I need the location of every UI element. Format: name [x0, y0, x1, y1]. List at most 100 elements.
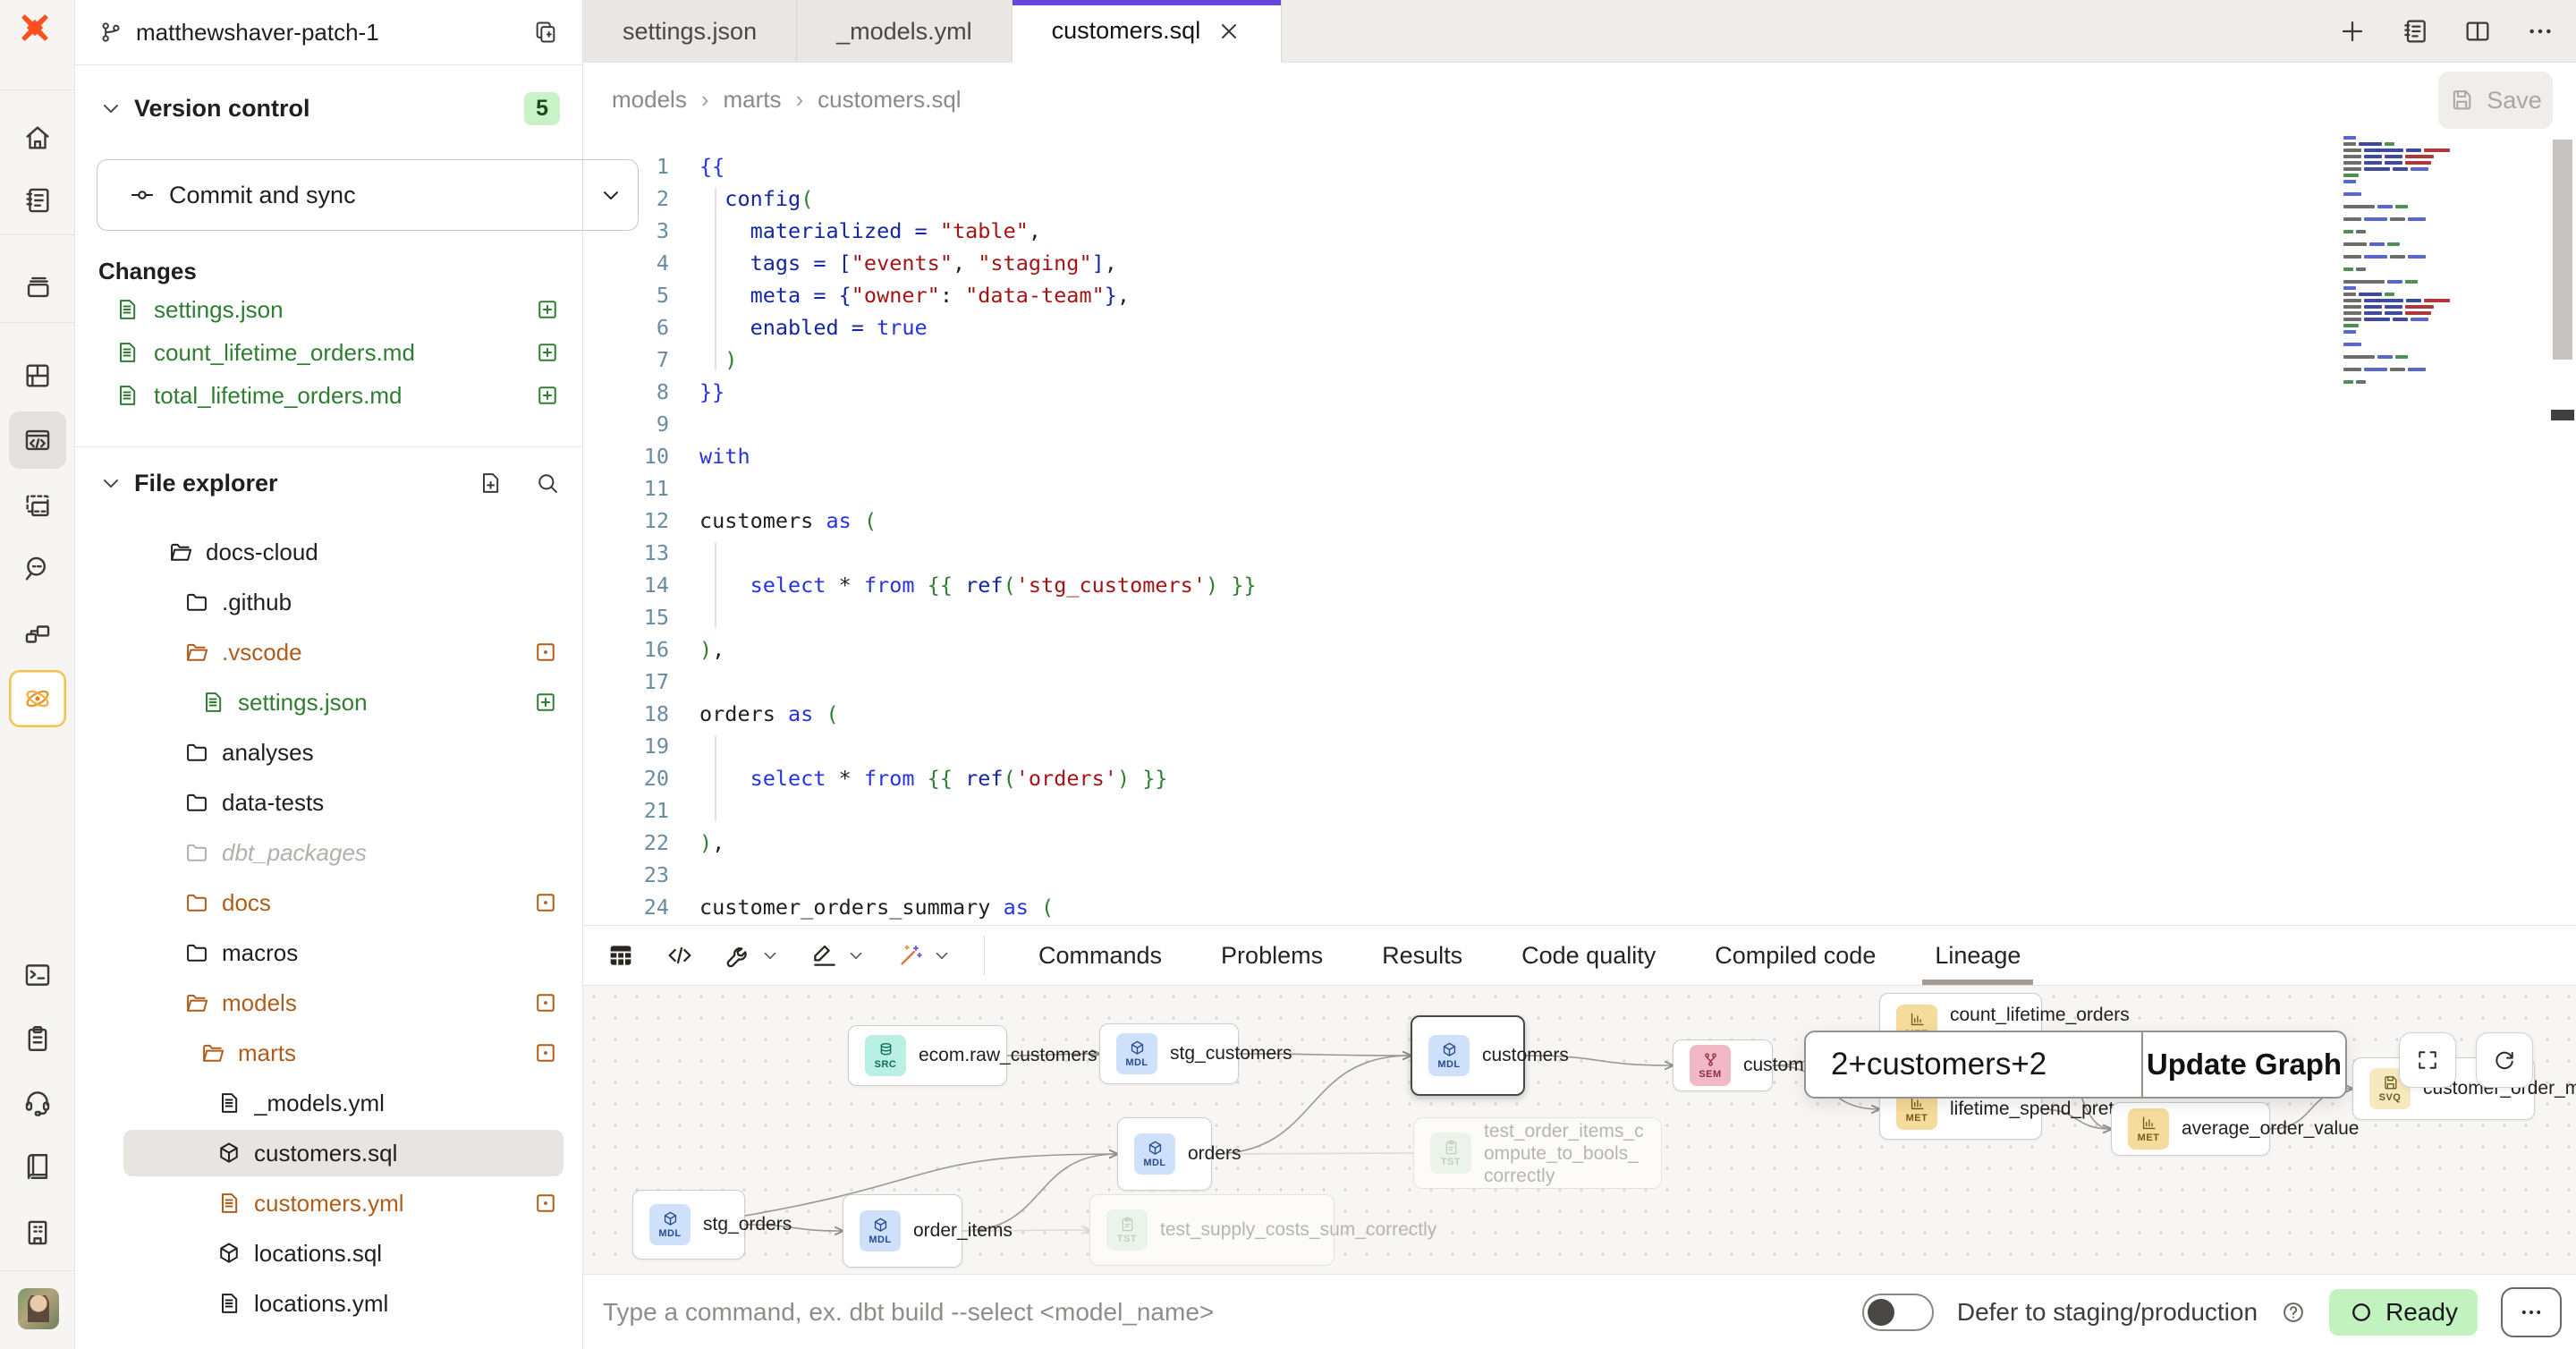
tree-item-data-tests[interactable]: data-tests [75, 777, 583, 827]
panel-tab-compiled-code[interactable]: Compiled code [1715, 926, 1876, 985]
lineage-node-avg_order_value[interactable]: METaverage_order_value [2111, 1102, 2270, 1156]
refresh-graph-button[interactable] [2476, 1032, 2533, 1088]
version-control-header[interactable]: Version control 5 [75, 81, 583, 135]
tree-item--github[interactable]: .github [75, 577, 583, 627]
tab-customers-sql[interactable]: customers.sql [1013, 0, 1283, 63]
stage-file-icon[interactable] [535, 383, 560, 408]
panel-tabs: Commands Problems Results Code quality Compi… [985, 926, 2021, 985]
tree-item-customers-sql[interactable]: customers.sql [75, 1128, 583, 1178]
lineage-node-stg_orders[interactable]: MDLstg_orders [632, 1190, 745, 1260]
lineage-node-src_raw[interactable]: SRCecom.raw_customers [848, 1025, 1007, 1086]
rail-item-atom[interactable] [9, 670, 66, 727]
tree-item-analyses[interactable]: analyses [75, 727, 583, 777]
rail-item-layers[interactable] [9, 259, 66, 316]
panel-tab-code-quality[interactable]: Code quality [1521, 926, 1656, 985]
close-tab-icon[interactable] [1216, 19, 1241, 44]
stage-file-icon[interactable] [535, 340, 560, 365]
status-more-button[interactable] [2501, 1287, 2562, 1337]
code-editor[interactable]: 1{{2 config(3 materialized = "table",4 t… [583, 136, 2576, 925]
tab--models-yml[interactable]: _models.yml [797, 0, 1013, 63]
book-icon [22, 1151, 53, 1182]
rail-item-clipboard[interactable] [9, 1010, 66, 1067]
lineage-node-test_order[interactable]: TSTtest_order_items_compute_to_bools_cor… [1413, 1117, 1662, 1189]
lineage-node-stg_customers[interactable]: MDLstg_customers [1099, 1023, 1239, 1084]
rail-item-dashed-frame[interactable] [9, 478, 66, 535]
breadcrumb-item[interactable]: models [612, 86, 687, 114]
lineage-node-order_items[interactable]: MDLorder_items [843, 1194, 962, 1268]
rail-item-headset[interactable] [9, 1073, 66, 1131]
ellipsis-icon[interactable] [2526, 17, 2555, 46]
lineage-node-orders[interactable]: MDLorders [1117, 1117, 1212, 1191]
rail-item-code-frame[interactable] [9, 411, 66, 469]
changed-file-row[interactable]: total_lifetime_orders.md [75, 374, 583, 417]
tab-settings-json[interactable]: settings.json [583, 0, 797, 63]
lineage-node-customers_sem[interactable]: SEMcustomers [1673, 1039, 1773, 1091]
tree-item-macros[interactable]: macros [75, 928, 583, 978]
panel-tab-problems[interactable]: Problems [1221, 926, 1323, 985]
code-icon[interactable] [665, 941, 694, 970]
minimap[interactable] [2343, 136, 2496, 388]
changed-file-row[interactable]: count_lifetime_orders.md [75, 331, 583, 374]
rail-item-terminal[interactable] [9, 946, 66, 1004]
rail-item-notebook[interactable] [9, 172, 66, 229]
graph-search-input[interactable]: 2+customers+2 [1806, 1032, 2141, 1097]
rail-item-book[interactable] [9, 1138, 66, 1195]
panel-tab-lineage[interactable]: Lineage [1935, 926, 2021, 985]
defer-help-icon[interactable] [2281, 1300, 2306, 1325]
rail-item-building[interactable] [9, 1204, 66, 1261]
tree-item--models-yml[interactable]: _models.yml [75, 1078, 583, 1128]
changed-file-row[interactable]: settings.json [75, 288, 583, 331]
copy-branch-icon[interactable] [533, 20, 558, 45]
wand-tool[interactable] [896, 941, 952, 970]
update-graph-button[interactable]: Update Graph [2141, 1032, 2345, 1097]
editor-scrollbar[interactable] [2551, 140, 2574, 925]
rail-item-grid[interactable] [9, 347, 66, 404]
pen-tool[interactable] [810, 941, 866, 970]
rail-item-search-eye[interactable] [9, 540, 66, 598]
defer-toggle[interactable] [1862, 1294, 1934, 1331]
rail-item-dbt-logo[interactable] [9, 7, 66, 54]
search-files-icon[interactable] [535, 471, 560, 496]
tree-item-docs[interactable]: docs [75, 878, 583, 928]
lineage-canvas[interactable]: SRCecom.raw_customers MDLstg_customers MDL… [583, 986, 2576, 1274]
user-avatar[interactable] [18, 1288, 59, 1329]
split-icon[interactable] [2463, 17, 2492, 46]
notebook-icon[interactable] [2401, 17, 2429, 46]
rail-item-flow[interactable] [9, 606, 66, 663]
save-button[interactable]: Save [2438, 72, 2553, 129]
tree-item-marts[interactable]: marts [75, 1028, 583, 1078]
new-file-icon[interactable] [478, 471, 503, 496]
tree-item-docs-cloud[interactable]: docs-cloud [75, 527, 583, 577]
tree-item-settings-json[interactable]: settings.json [75, 677, 583, 727]
lineage-node-customers_mdl[interactable]: MDLcustomers [1411, 1015, 1525, 1096]
tree-item-customers-yml[interactable]: customers.yml [75, 1178, 583, 1228]
table-filled-icon[interactable] [606, 941, 635, 970]
breadcrumb-item[interactable]: marts [724, 86, 782, 114]
tree-item--vscode[interactable]: .vscode [75, 627, 583, 677]
tree-item-dbt-packages[interactable]: dbt_packages [75, 827, 583, 878]
branch-row[interactable]: matthewshaver-patch-1 [75, 0, 583, 65]
file-explorer-header[interactable]: File explorer [75, 454, 583, 512]
git-branch-icon [98, 20, 123, 45]
commit-and-sync-button[interactable]: Commit and sync [97, 159, 639, 231]
wrench-tool[interactable] [724, 941, 780, 970]
scrollbar-thumb[interactable] [2553, 140, 2572, 360]
changes-list: settings.jsoncount_lifetime_orders.mdtot… [75, 288, 583, 417]
lineage-node-test_supply[interactable]: TSTtest_supply_costs_sum_correctly [1089, 1194, 1335, 1266]
breadcrumb-item[interactable]: customers.sql [818, 86, 961, 114]
tree-item-models[interactable]: models [75, 978, 583, 1028]
code-line: 18orders as ( [583, 698, 2576, 730]
save-icon [2449, 88, 2474, 113]
commit-options-caret[interactable] [582, 160, 638, 230]
command-input[interactable]: Type a command, ex. dbt build --select <… [583, 1298, 1862, 1327]
fullscreen-button[interactable] [2399, 1032, 2456, 1088]
stage-file-icon[interactable] [535, 297, 560, 322]
plus-icon[interactable] [2338, 17, 2367, 46]
tab-label: customers.sql [1052, 17, 1201, 45]
tree-item-locations-sql[interactable]: locations.sql [75, 1228, 583, 1278]
panel-tab-results[interactable]: Results [1382, 926, 1462, 985]
folder-icon [184, 740, 209, 765]
panel-tab-commands[interactable]: Commands [1038, 926, 1162, 985]
tree-item-locations-yml[interactable]: locations.yml [75, 1278, 583, 1328]
rail-item-home[interactable] [9, 109, 66, 166]
